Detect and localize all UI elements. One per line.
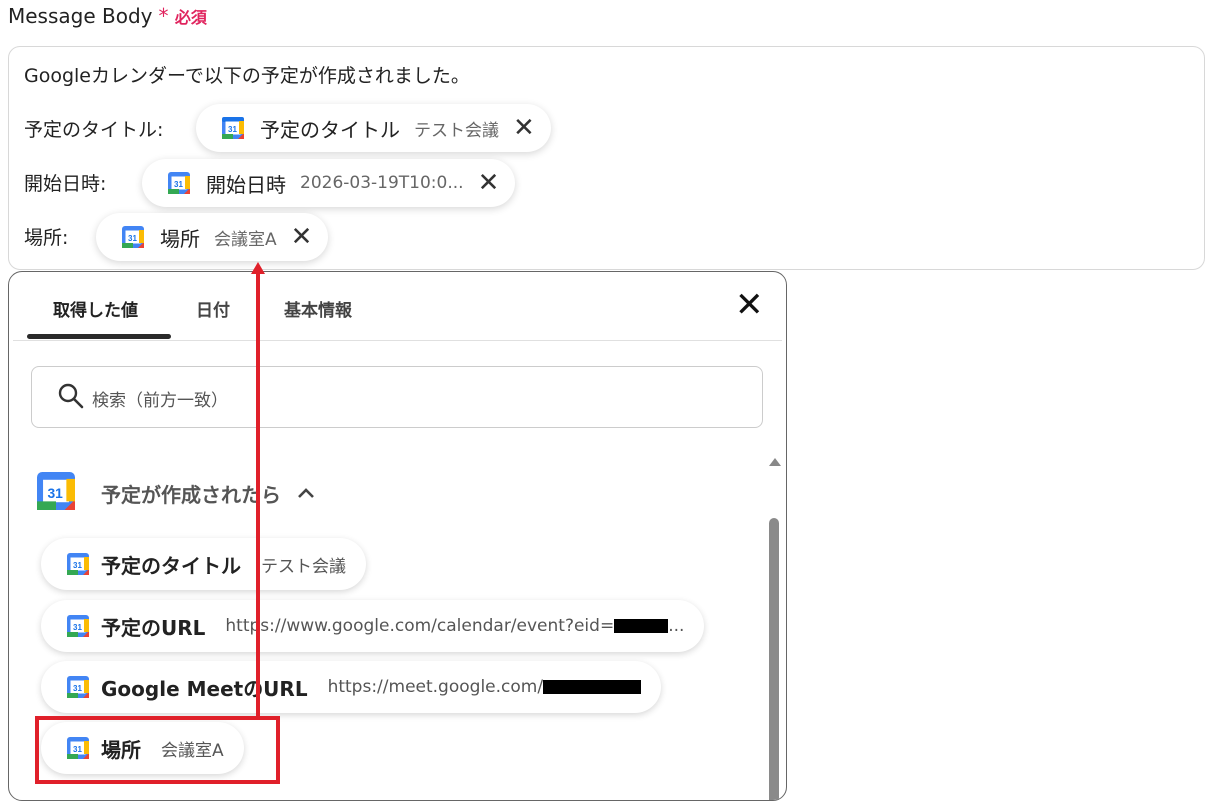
svg-text:31: 31 — [73, 561, 82, 570]
group-title: 予定が作成されたら — [101, 482, 281, 507]
row-label-location: 場所: — [24, 227, 69, 249]
item-value: https://www.google.com/calendar/event?ei… — [225, 616, 615, 636]
scroll-up-arrow-icon[interactable] — [769, 458, 781, 466]
scroll-thumb[interactable] — [769, 518, 779, 800]
row-label-start: 開始日時: — [24, 173, 107, 195]
editor-intro-text: Googleカレンダーで以下の予定が作成されました。 — [24, 65, 470, 87]
variable-item-meet-url[interactable]: 31 Google MeetのURL https://meet.google.c… — [41, 661, 662, 713]
redacted-block — [543, 680, 642, 694]
variable-chip-start[interactable]: 31 開始日時 2026-03-19T10:0... ✕ — [142, 159, 516, 207]
redacted-block — [614, 619, 669, 633]
item-value: テスト会議 — [261, 556, 346, 577]
google-calendar-icon: 31 — [67, 676, 89, 698]
google-calendar-icon: 31 — [67, 553, 89, 575]
google-calendar-icon: 31 — [37, 472, 75, 514]
variable-chip-location[interactable]: 31 場所 会議室A ✕ — [96, 213, 329, 261]
message-body-editor[interactable]: Googleカレンダーで以下の予定が作成されました。 予定のタイトル: 31 予… — [8, 46, 1205, 270]
search-icon — [58, 383, 84, 413]
google-calendar-icon: 31 — [168, 172, 190, 194]
svg-text:31: 31 — [128, 234, 137, 243]
required-asterisk: * — [158, 4, 169, 28]
variable-chip-title[interactable]: 31 予定のタイトル テスト会議 ✕ — [196, 104, 551, 152]
row-label-title: 予定のタイトル: — [24, 119, 164, 141]
scrollbar[interactable] — [765, 450, 783, 800]
variable-item-url[interactable]: 31 予定のURL https://www.google.com/calenda… — [41, 600, 705, 652]
tab-bar: 取得した値 日付 基本情報 — [13, 272, 782, 341]
message-body-label: Message Body * 必須 — [8, 4, 207, 28]
chip-value: 2026-03-19T10:0... — [300, 173, 464, 193]
google-calendar-icon: 31 — [67, 615, 89, 637]
tab-basic-info[interactable]: 基本情報 — [284, 296, 352, 321]
chip-value: 会議室A — [214, 229, 277, 250]
trigger-group-header[interactable]: 31 予定が作成されたら — [37, 472, 315, 514]
close-icon[interactable]: ✕ — [478, 170, 500, 196]
item-name: Google MeetのURL — [101, 676, 308, 701]
google-calendar-icon: 31 — [122, 226, 144, 248]
svg-text:31: 31 — [73, 623, 82, 632]
variable-item-title[interactable]: 31 予定のタイトル テスト会議 — [41, 538, 366, 590]
search-input[interactable]: 検索（前方一致） — [31, 366, 763, 428]
svg-text:31: 31 — [73, 684, 82, 693]
item-name: 予定のURL — [101, 615, 206, 640]
svg-text:31: 31 — [174, 180, 183, 189]
required-text: 必須 — [174, 8, 207, 27]
item-value: https://meet.google.com/ — [327, 677, 544, 697]
chip-value: テスト会議 — [414, 120, 499, 141]
annotation-highlight-box — [35, 716, 280, 784]
close-icon[interactable]: ✕ — [513, 115, 535, 141]
field-label-text: Message Body — [8, 4, 153, 28]
item-value-suffix: ... — [668, 616, 685, 636]
svg-text:31: 31 — [228, 125, 237, 134]
close-icon[interactable]: ✕ — [291, 224, 313, 250]
item-name: 予定のタイトル — [101, 553, 241, 578]
chevron-up-icon[interactable] — [297, 483, 315, 504]
item-value-wrap: https://www.google.com/calendar/event?ei… — [225, 616, 684, 636]
annotation-arrowhead — [251, 262, 265, 274]
annotation-arrow-line — [256, 274, 260, 720]
chip-name: 開始日時 — [206, 172, 286, 197]
chip-name: 場所 — [160, 226, 200, 251]
item-value-wrap: https://meet.google.com/ — [328, 677, 642, 697]
chip-name: 予定のタイトル — [260, 117, 400, 142]
svg-text:31: 31 — [47, 485, 63, 501]
google-calendar-icon: 31 — [222, 117, 244, 139]
tab-retrieved-values[interactable]: 取得した値 — [53, 296, 138, 321]
tab-date[interactable]: 日付 — [196, 296, 230, 321]
search-placeholder: 検索（前方一致） — [92, 391, 228, 411]
active-tab-indicator — [27, 334, 171, 339]
close-icon[interactable]: ✕ — [735, 288, 764, 322]
